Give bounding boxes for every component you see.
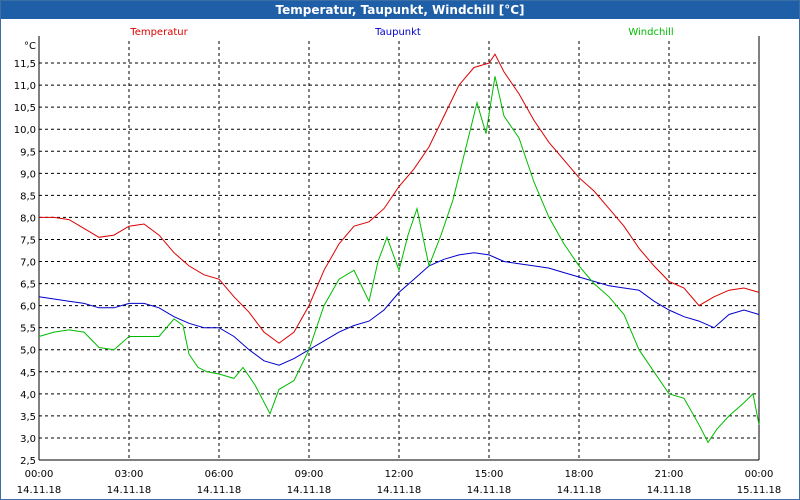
y-tick-label: 9,5 xyxy=(20,147,36,158)
y-tick-label: 5,0 xyxy=(20,346,36,357)
x-tick-date-label: 15.11.18 xyxy=(737,485,782,496)
legend-entry-temperatur: Temperatur xyxy=(129,27,188,38)
x-tick-time-label: 00:00 xyxy=(25,469,54,480)
y-tick-label: 11,5 xyxy=(14,59,36,70)
chart-window: Temperatur, Taupunkt, Windchill [°C] 2,5… xyxy=(0,0,800,500)
y-tick-label: 8,0 xyxy=(20,213,36,224)
x-tick-time-label: 12:00 xyxy=(385,469,414,480)
x-tick-date-label: 14.11.18 xyxy=(107,485,152,496)
y-tick-label: 3,5 xyxy=(20,412,36,423)
y-tick-label: 6,5 xyxy=(20,280,36,291)
x-tick-time-label: 00:00 xyxy=(745,469,774,480)
line-chart: 2,5 3,0 3,5 4,0 4,5 5,0 5,5 6,0 6,5 7,0 7,5 8,0 8,5 9… xyxy=(14,27,782,496)
x-tick-time-label: 15:00 xyxy=(475,469,504,480)
x-tick-date-label: 14.11.18 xyxy=(287,485,332,496)
y-tick-label: 10,0 xyxy=(14,125,36,136)
y-tick-label: 8,5 xyxy=(20,191,36,202)
x-tick-time-label: 09:00 xyxy=(295,469,324,480)
x-tick-date-label: 14.11.18 xyxy=(377,485,422,496)
x-tick-time-label: 03:00 xyxy=(115,469,144,480)
y-tick-label: 6,0 xyxy=(20,302,36,313)
x-tick-date-label: 14.11.18 xyxy=(647,485,692,496)
x-tick-date-label: 14.11.18 xyxy=(17,485,62,496)
x-tick-date-label: 14.11.18 xyxy=(557,485,602,496)
x-tick-date-label: 14.11.18 xyxy=(467,485,512,496)
y-tick-label: 5,5 xyxy=(20,324,36,335)
x-tick-time-label: 06:00 xyxy=(205,469,234,480)
legend-entry-windchill: Windchill xyxy=(628,27,673,38)
y-tick-label: 4,0 xyxy=(20,390,36,401)
y-tick-label: 3,0 xyxy=(20,434,36,445)
x-tick-date-label: 14.11.18 xyxy=(197,485,242,496)
y-tick-label: 7,0 xyxy=(20,258,36,269)
legend-entry-taupunkt: Taupunkt xyxy=(374,27,421,38)
y-tick-label: 11,0 xyxy=(14,81,36,92)
y-tick-label: 4,5 xyxy=(20,368,36,379)
y-tick-label: 10,5 xyxy=(14,103,36,114)
y-tick-label: 9,0 xyxy=(20,169,36,180)
y-tick-label: 2,5 xyxy=(20,456,36,467)
y-axis-label: °C xyxy=(24,41,36,52)
x-tick-time-label: 18:00 xyxy=(565,469,594,480)
y-tick-label: 7,5 xyxy=(20,235,36,246)
x-tick-time-label: 21:00 xyxy=(655,469,684,480)
